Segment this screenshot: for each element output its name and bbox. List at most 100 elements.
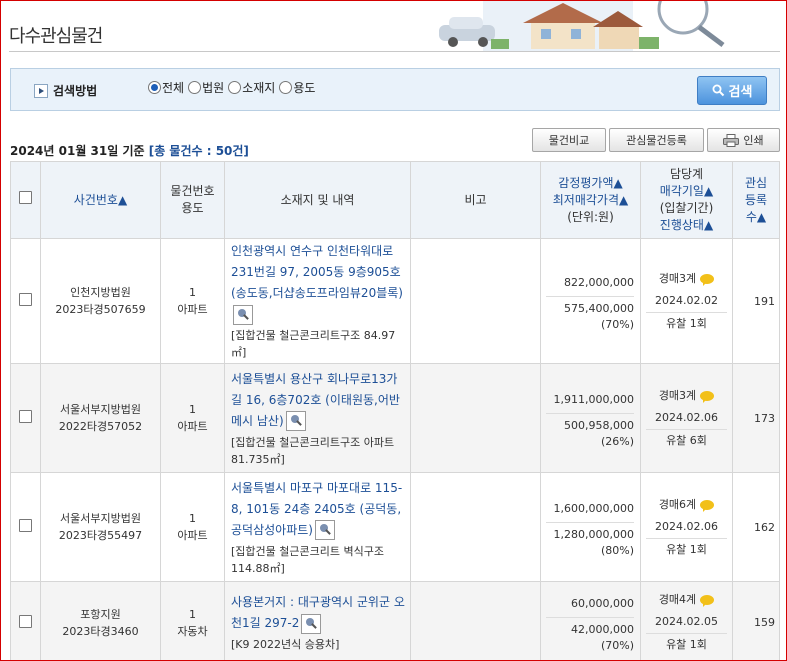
appraisal-price: 1,600,000,000 (546, 496, 634, 523)
search-button-label: 검색 (728, 85, 753, 100)
register-interest-button[interactable]: 관심물건등록 (609, 128, 704, 152)
item-detail: [집합건물 철근콘크리트구조 84.97㎡] (231, 329, 396, 359)
map-icon[interactable] (314, 520, 335, 540)
reference-date: 2024년 01월 31일 기준 (10, 144, 145, 158)
price-cell: 1,911,000,000 500,958,000 (26%) (540, 363, 641, 473)
interest-count: 173 (732, 363, 780, 473)
schedule-cell: 경매3계 2024.02.02 유찰 1회 (640, 238, 733, 364)
location-cell: 서울특별시 마포구 마포대로 115-8, 101동 24층 2405호 (공덕… (224, 472, 411, 582)
sale-date: 2024.02.06 (646, 516, 727, 539)
note-cell (410, 363, 541, 473)
radio-court[interactable]: 법원 (188, 79, 224, 96)
interest-count: 191 (732, 238, 780, 364)
department: 경매3계 (658, 271, 697, 285)
page-header: 다수관심물건 (1, 1, 786, 53)
department: 경매4계 (658, 593, 697, 606)
row-checkbox[interactable] (19, 410, 32, 423)
row-checkbox[interactable] (19, 614, 32, 628)
location-cell: 사용본거지 : 대구광역시 군위군 오천1길 297-2 [K9 2022년식 승… (224, 581, 411, 660)
item-usage-cell: 1 아파트 (160, 238, 225, 364)
case-cell[interactable]: 포항지원 2023타경3460 (40, 581, 161, 660)
speech-bubble-icon[interactable] (700, 390, 715, 403)
appraisal-price: 60,000,000 (546, 591, 634, 618)
compare-button[interactable]: 물건비교 (532, 128, 606, 152)
speech-bubble-icon[interactable] (700, 595, 715, 607)
case-cell[interactable]: 서울서부지방법원 2022타경57052 (40, 363, 161, 473)
table-header-row: 사건번호▲ 물건번호 용도 소재지 및 내역 비고 감정평가액▲ 최저매각가격▲ (단… (10, 161, 780, 239)
note-cell (410, 472, 541, 582)
sale-date: 2024.02.02 (646, 290, 727, 313)
search-panel: 검색방법 전체 법원 소재지 용도 검색 (10, 68, 780, 111)
table-row[interactable]: 서울서부지방법원 2022타경57052 1 아파트 서울특별시 용산구 회나무로1… (10, 363, 780, 473)
arrow-right-icon (34, 84, 48, 98)
item-usage-cell: 1 아파트 (160, 472, 225, 582)
radio-location[interactable]: 소재지 (228, 79, 275, 96)
table-row[interactable]: 인천지방법원 2023타경507659 1 아파트 인천광역시 연수구 인천타워대로… (10, 238, 780, 364)
price-ratio: (70%) (600, 317, 634, 331)
radio-circle[interactable] (148, 81, 161, 94)
department: 경매6계 (658, 497, 697, 511)
window-frame: 다수관심물건 검색방법 전체 법원 소재지 용도 검색 2024년 01월 31… (0, 0, 787, 661)
search-button[interactable]: 검색 (697, 76, 767, 105)
header-divider (9, 51, 780, 52)
appraisal-price: 822,000,000 (546, 270, 634, 297)
select-all-checkbox[interactable] (19, 191, 32, 204)
row-select-cell (10, 238, 41, 364)
note-cell (410, 238, 541, 364)
row-select-cell (10, 363, 41, 473)
appraisal-price: 1,911,000,000 (546, 387, 634, 414)
address-link[interactable]: 서울특별시 마포구 마포대로 115-8, 101동 24층 2405호 (공덕… (231, 478, 406, 541)
auction-list-table: 사건번호▲ 물건번호 용도 소재지 및 내역 비고 감정평가액▲ 최저매각가격▲ (단… (10, 161, 780, 660)
progress-status: 유찰 1회 (666, 638, 707, 651)
case-cell[interactable]: 서울서부지방법원 2023타경55497 (40, 472, 161, 582)
row-select-cell (10, 472, 41, 582)
printer-icon (723, 133, 740, 147)
row-checkbox[interactable] (19, 519, 32, 532)
col-item-usage: 물건번호 용도 (160, 161, 225, 239)
table-row[interactable]: 포항지원 2023타경3460 1 자동차 사용본거지 : 대구광역시 군위군 오천… (10, 581, 780, 660)
item-usage-cell: 1 자동차 (160, 581, 225, 660)
location-cell: 인천광역시 연수구 인천타워대로231번길 97, 2005동 9층905호 (… (224, 238, 411, 364)
interest-count: 162 (732, 472, 780, 582)
address-link[interactable]: 인천광역시 연수구 인천타워대로231번길 97, 2005동 9층905호 (… (231, 241, 406, 325)
col-interest-count[interactable]: 관심 등록 수▲ (732, 161, 780, 239)
interest-count: 159 (732, 581, 780, 660)
address-link[interactable]: 서울특별시 용산구 회나무로13가길 16, 6층702호 (이태원동,어반메시… (231, 369, 406, 432)
row-checkbox[interactable] (19, 293, 32, 306)
progress-status: 유찰 6회 (666, 433, 707, 447)
col-case-number[interactable]: 사건번호▲ (40, 161, 161, 239)
price-ratio: (80%) (600, 543, 634, 557)
radio-circle[interactable] (188, 81, 202, 94)
schedule-cell: 경매3계 2024.02.06 유찰 6회 (640, 363, 733, 473)
search-icon (712, 84, 724, 97)
col-price[interactable]: 감정평가액▲ 최저매각가격▲ (단위:원) (540, 161, 641, 239)
price-ratio: (70%) (600, 639, 634, 652)
case-cell[interactable]: 인천지방법원 2023타경507659 (40, 238, 161, 364)
speech-bubble-icon[interactable] (700, 273, 715, 286)
price-cell: 60,000,000 42,000,000 (70%) (540, 581, 641, 660)
house-banner-illustration (403, 1, 733, 51)
radio-all[interactable]: 전체 (148, 79, 184, 96)
table-row[interactable]: 서울서부지방법원 2023타경55497 1 아파트 서울특별시 마포구 마포대로 … (10, 472, 780, 582)
map-icon[interactable] (233, 304, 253, 325)
address-link[interactable]: 사용본거지 : 대구광역시 군위군 오천1길 297-2 (231, 592, 406, 634)
price-cell: 1,600,000,000 1,280,000,000 (80%) (540, 472, 641, 582)
price-ratio: (26%) (600, 434, 634, 448)
search-method-options: 전체 법원 소재지 용도 (148, 79, 317, 96)
location-cell: 서울특별시 용산구 회나무로13가길 16, 6층702호 (이태원동,어반메시… (224, 363, 411, 473)
radio-usage[interactable]: 용도 (279, 79, 315, 96)
minimum-price: 42,000,000 (571, 623, 634, 636)
print-button[interactable]: 인쇄 (707, 128, 780, 152)
schedule-cell: 경매6계 2024.02.06 유찰 1회 (640, 472, 733, 582)
price-cell: 822,000,000 575,400,000 (70%) (540, 238, 641, 364)
col-schedule[interactable]: 담당계 매각기일▲ (입찰기간) 진행상태▲ (640, 161, 733, 239)
minimum-price: 575,400,000 (564, 301, 634, 315)
radio-circle[interactable] (228, 81, 242, 94)
progress-status: 유찰 1회 (666, 316, 707, 330)
speech-bubble-icon[interactable] (700, 499, 715, 512)
radio-circle[interactable] (279, 81, 293, 94)
schedule-cell: 경매4계 2024.02.05 유찰 1회 (640, 581, 733, 660)
minimum-price: 1,280,000,000 (553, 527, 634, 541)
map-icon[interactable] (301, 613, 322, 634)
map-icon[interactable] (285, 411, 306, 431)
